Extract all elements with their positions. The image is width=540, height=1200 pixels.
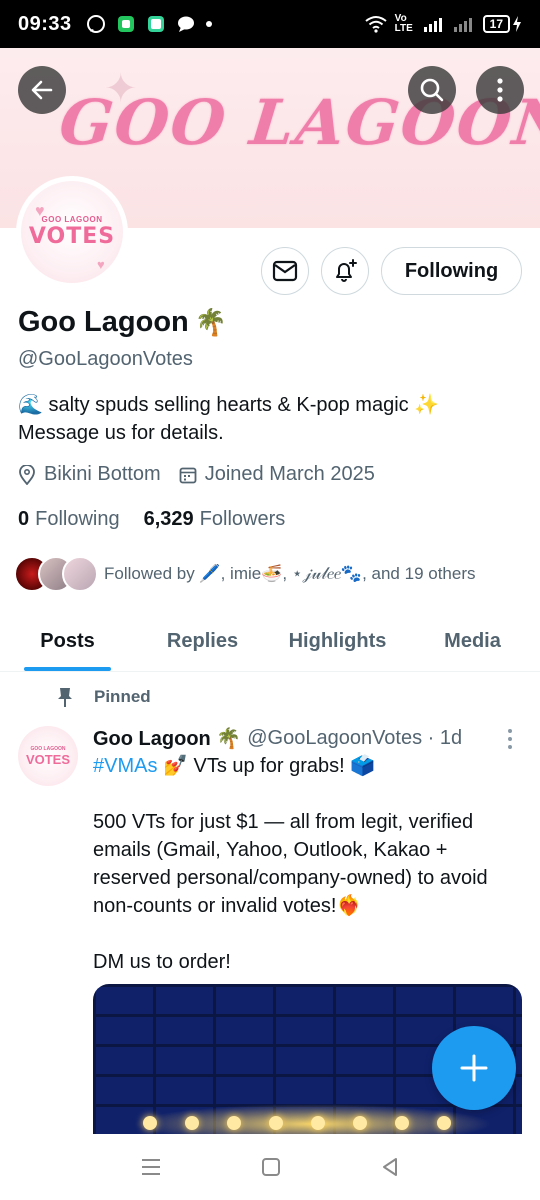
- more-options-button[interactable]: [476, 66, 524, 114]
- profile-tabs: Posts Replies Highlights Media: [0, 612, 540, 672]
- profile-meta: Bikini Bottom Joined March 2025: [18, 463, 393, 486]
- tweet-avatar-big-text: VOTES: [25, 751, 71, 767]
- arrow-left-icon: [31, 80, 53, 100]
- avatar-small-text: GOO LAGOON: [41, 215, 103, 224]
- signal-icon: [423, 18, 442, 32]
- tweet-author-name[interactable]: Goo Lagoon 🌴: [93, 726, 241, 751]
- status-bar: 09:33 Vo LTE 17: [0, 0, 540, 48]
- tab-posts[interactable]: Posts: [0, 612, 135, 671]
- more-notifications-dot: [205, 21, 212, 27]
- avatar-big-text: VOTES: [28, 224, 116, 249]
- chat-bubble-icon: [177, 16, 194, 32]
- tweet-line-1: #VMAs 💅 VTs up for grabs! 🗳️: [93, 752, 523, 780]
- envelope-icon: [272, 260, 298, 282]
- following-button[interactable]: Following: [381, 247, 522, 295]
- battery-indicator: 17: [482, 15, 522, 33]
- location: Bikini Bottom: [18, 463, 161, 486]
- whatsapp-icon: [86, 15, 105, 33]
- tweet-handle-time[interactable]: @GooLagoonVotes · 1d: [247, 727, 462, 750]
- joined-text: Joined March 2025: [204, 463, 375, 485]
- app-notification-icon: [117, 16, 134, 32]
- location-pin-icon: [19, 464, 35, 485]
- tweet-line-1-text: 💅 VTs up for grabs! 🗳️: [157, 755, 376, 777]
- pin-icon: [58, 688, 72, 707]
- tab-highlights[interactable]: Highlights: [270, 612, 405, 671]
- battery-level: 17: [482, 15, 510, 33]
- compose-button[interactable]: [432, 1026, 516, 1110]
- tweet-header: Goo Lagoon 🌴 @GooLagoonVotes · 1d: [93, 726, 462, 751]
- tab-replies[interactable]: Replies: [135, 612, 270, 671]
- heart-icon: ♥: [97, 257, 105, 272]
- message-button[interactable]: [261, 247, 309, 295]
- recent-apps-icon[interactable]: [140, 1157, 162, 1177]
- wifi-icon: [365, 16, 387, 33]
- bio-line-2: Message us for details.: [18, 422, 224, 444]
- profile-name: Goo Lagoon 🌴: [18, 306, 227, 339]
- heart-icon: ♥: [35, 203, 45, 220]
- vertical-dots-icon: [508, 729, 512, 749]
- tweet-more-button[interactable]: [500, 726, 520, 752]
- follow-counts: 0 Following 6,329 Followers: [18, 508, 309, 531]
- gallery-icon: [147, 16, 164, 32]
- volte-label: Vo LTE: [394, 13, 413, 34]
- tweet-paragraph-2: 500 VTs for just $1 — all from legit, ve…: [93, 811, 488, 917]
- followed-by-row[interactable]: Followed by 🖊️, imie🍜, ⋆𝒿𝓊𝓁𝑒𝑒🐾, and 19 o…: [14, 556, 476, 592]
- search-button[interactable]: [408, 66, 456, 114]
- marquee-bulbs: [143, 1116, 451, 1130]
- search-icon: [420, 78, 444, 102]
- status-time: 09:33: [18, 12, 72, 35]
- palm-tree-emoji: 🌴: [194, 307, 228, 337]
- followed-by-text: Followed by 🖊️, imie🍜, ⋆𝒿𝓊𝓁𝑒𝑒🐾, and 19 o…: [104, 564, 476, 583]
- hashtag-link[interactable]: #VMAs: [93, 755, 157, 777]
- following-count: 0: [18, 508, 30, 530]
- android-nav-bar: [0, 1134, 540, 1200]
- followers-label: Followers: [199, 508, 286, 530]
- bio-line-1: 🌊 salty spuds selling hearts & K-pop mag…: [18, 394, 440, 416]
- tweet-paragraph-3: DM us to order!: [93, 951, 231, 973]
- tab-media[interactable]: Media: [405, 612, 540, 671]
- following-count-link[interactable]: 0 Following: [18, 508, 120, 531]
- back-nav-icon[interactable]: [380, 1157, 400, 1177]
- profile-avatar[interactable]: ♥ ♥ GOO LAGOON VOTES: [16, 176, 128, 288]
- tweet-avatar[interactable]: GOO LAGOON VOTES: [18, 726, 78, 786]
- vertical-dots-icon: [497, 78, 503, 102]
- pinned-label: Pinned: [56, 686, 151, 708]
- calendar-icon: [179, 467, 197, 483]
- profile-name-text: Goo Lagoon: [18, 306, 189, 338]
- following-label: Following: [35, 508, 120, 530]
- home-icon[interactable]: [261, 1157, 281, 1177]
- followers-count-link[interactable]: 6,329 Followers: [144, 508, 286, 531]
- banner-title: GOO LAGOON: [56, 86, 540, 159]
- notifications-button[interactable]: [321, 247, 369, 295]
- followers-count: 6,329: [143, 508, 194, 530]
- location-text: Bikini Bottom: [44, 463, 161, 485]
- follower-avatar: [62, 556, 98, 592]
- pinned-text: Pinned: [94, 687, 151, 706]
- charging-icon: [513, 16, 521, 32]
- joined-date: Joined March 2025: [179, 463, 375, 486]
- profile-handle: @GooLagoonVotes: [18, 348, 193, 370]
- tweet-text: #VMAs 💅 VTs up for grabs! 🗳️ 500 VTs for…: [93, 752, 523, 976]
- plus-icon: [460, 1054, 488, 1082]
- signal-secondary-icon: [453, 18, 472, 32]
- profile-bio: 🌊 salty spuds selling hearts & K-pop mag…: [18, 391, 518, 447]
- back-button[interactable]: [18, 66, 66, 114]
- bell-plus-icon: [336, 259, 357, 282]
